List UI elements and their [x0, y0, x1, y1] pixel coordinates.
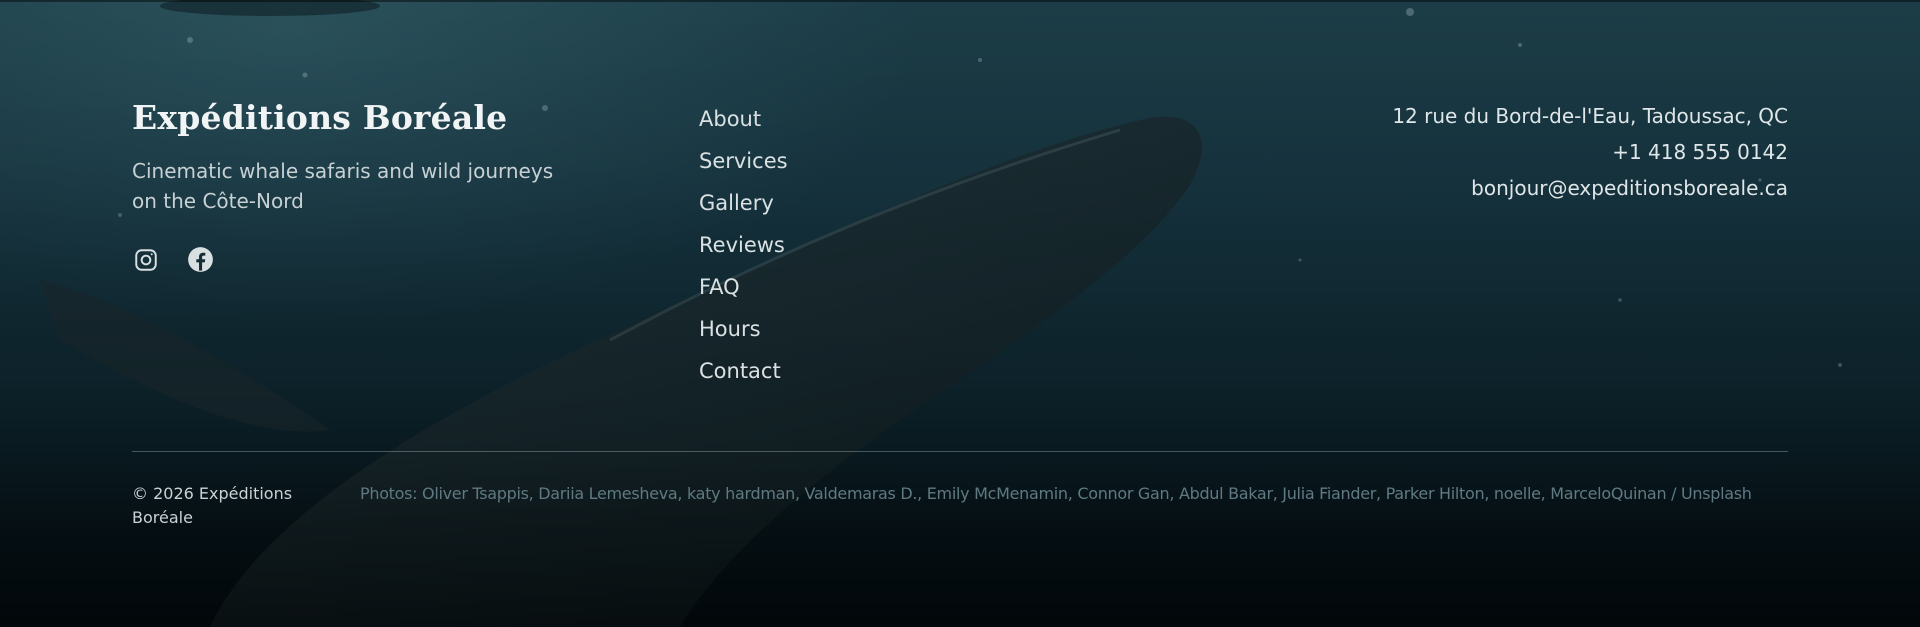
facebook-link[interactable]	[186, 246, 214, 274]
nav-item-about[interactable]: About	[699, 98, 788, 140]
contact-email[interactable]: bonjour@expeditionsboreale.ca	[1392, 170, 1788, 206]
social-links	[132, 246, 612, 274]
instagram-link[interactable]	[132, 246, 160, 274]
nav-item-contact[interactable]: Contact	[699, 350, 788, 392]
nav-item-faq[interactable]: FAQ	[699, 266, 788, 308]
footer-content: Expéditions Boréale Cinematic whale safa…	[132, 0, 1788, 627]
nav-item-hours[interactable]: Hours	[699, 308, 788, 350]
site-footer: Expéditions Boréale Cinematic whale safa…	[0, 0, 1920, 627]
footer-nav: About Services Gallery Reviews FAQ Hours…	[699, 98, 788, 392]
nav-item-reviews[interactable]: Reviews	[699, 224, 788, 266]
footer-divider	[132, 451, 1788, 452]
nav-item-services[interactable]: Services	[699, 140, 788, 182]
contact-phone[interactable]: +1 418 555 0142	[1392, 134, 1788, 170]
contact-info: 12 rue du Bord-de-l'Eau, Tadoussac, QC +…	[1392, 98, 1788, 206]
nav-item-gallery[interactable]: Gallery	[699, 182, 788, 224]
brand-tagline: Cinematic whale safaris and wild journey…	[132, 158, 554, 213]
contact-address: 12 rue du Bord-de-l'Eau, Tadoussac, QC	[1392, 104, 1788, 128]
photo-credits: Photos: Oliver Tsappis, Dariia Lemesheva…	[360, 484, 1752, 503]
brand-block: Expéditions Boréale Cinematic whale safa…	[132, 98, 612, 274]
instagram-icon	[135, 248, 157, 271]
copyright-text: © 2026 Expéditions Boréale	[132, 484, 293, 527]
facebook-icon	[187, 247, 213, 272]
brand-name[interactable]: Expéditions Boréale	[132, 98, 612, 138]
